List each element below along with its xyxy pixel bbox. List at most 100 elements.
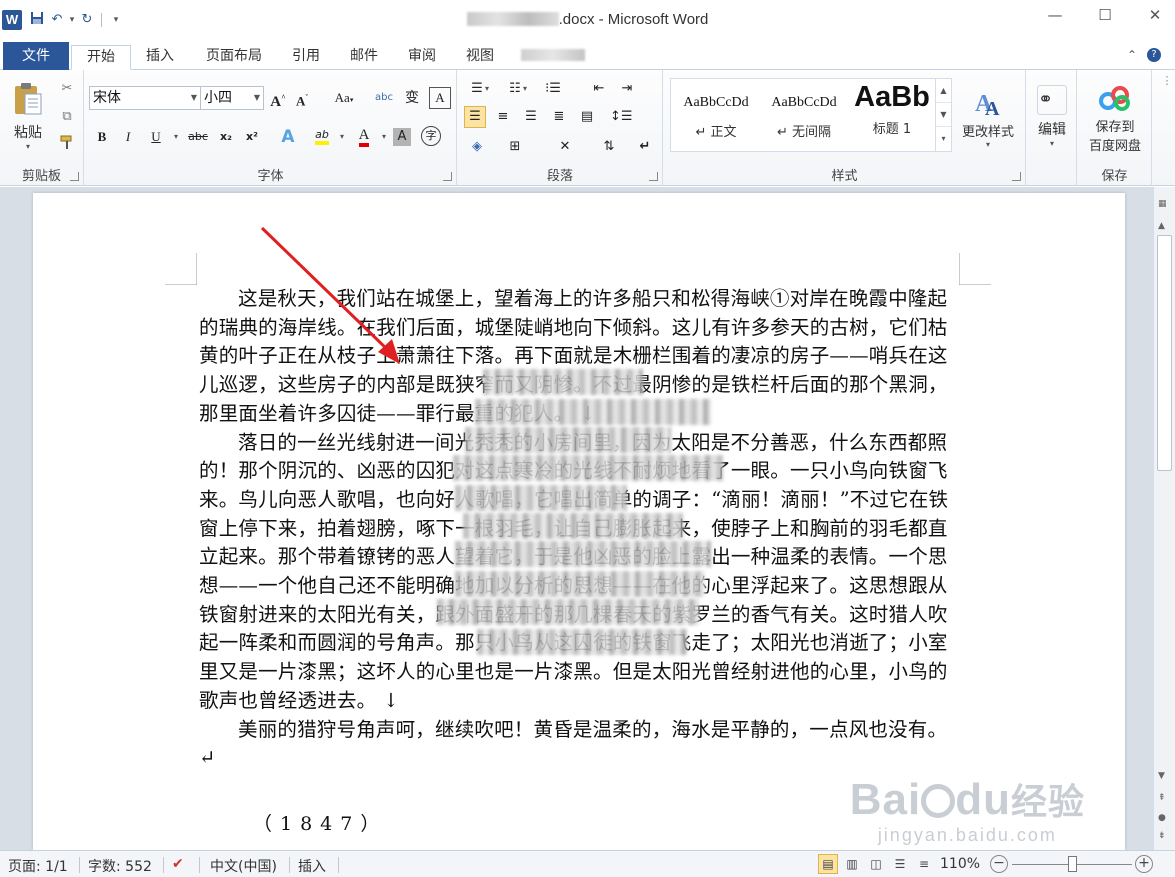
close-button[interactable]: ✕ bbox=[1143, 6, 1167, 24]
shrink-font-button[interactable]: Aˇ bbox=[291, 87, 313, 109]
grow-font-button[interactable]: A^ bbox=[267, 87, 289, 110]
web-layout-icon[interactable]: ◫ bbox=[866, 854, 886, 874]
show-marks-icon[interactable]: ↵ bbox=[634, 136, 656, 158]
numbering-dropdown-icon[interactable]: ▾ bbox=[520, 78, 530, 100]
scroll-down-icon[interactable]: ▼ bbox=[1158, 771, 1165, 781]
gallery-down-icon[interactable]: ▼ bbox=[936, 103, 951, 127]
enclose-characters-button[interactable]: 字 bbox=[421, 126, 441, 146]
tab-file[interactable]: 文件 bbox=[3, 42, 69, 70]
tab-references[interactable]: 引用 bbox=[282, 45, 330, 70]
save-to-baidu-button[interactable]: 保存到 百度网盘 bbox=[1080, 78, 1150, 160]
bullets-dropdown-icon[interactable]: ▾ bbox=[482, 78, 492, 100]
borders-icon[interactable]: ⊞ bbox=[504, 136, 526, 158]
font-color-button[interactable]: A bbox=[353, 124, 375, 147]
distributed-button[interactable]: ▤ bbox=[576, 106, 598, 128]
font-group-label: 字体 bbox=[257, 169, 284, 184]
minimize-ribbon-icon[interactable]: ⌃ bbox=[1127, 48, 1137, 62]
redacted-text bbox=[455, 571, 705, 597]
underline-dropdown-icon[interactable]: ▾ bbox=[165, 126, 187, 148]
character-shading-button[interactable]: A bbox=[393, 128, 411, 146]
change-styles-button[interactable]: AA 更改样式 ▾ bbox=[956, 78, 1020, 158]
word-count[interactable]: 字数: 552 bbox=[88, 856, 152, 876]
multilevel-list-icon[interactable]: ⁝☰ bbox=[542, 78, 564, 100]
tab-mailings[interactable]: 邮件 bbox=[340, 45, 388, 70]
tab-home[interactable]: 开始 bbox=[71, 45, 131, 70]
line-spacing-icon[interactable]: ↕☰ bbox=[610, 106, 633, 128]
copy-icon[interactable]: ⧉ bbox=[56, 106, 78, 128]
sort-icon[interactable]: ⇅ bbox=[598, 136, 620, 158]
previous-page-icon[interactable]: ⇞ bbox=[1158, 793, 1166, 803]
tab-view[interactable]: 视图 bbox=[456, 45, 504, 70]
font-size-combo[interactable]: 小四 ▼ bbox=[200, 86, 264, 110]
crop-mark-top-right bbox=[959, 253, 991, 285]
format-painter-icon[interactable] bbox=[56, 134, 78, 156]
zoom-out-icon[interactable]: − bbox=[990, 855, 1008, 873]
gallery-up-icon[interactable]: ▲ bbox=[936, 79, 951, 103]
draft-icon[interactable]: ≡ bbox=[914, 854, 934, 874]
clear-formatting-button[interactable]: abc bbox=[373, 87, 395, 109]
insert-mode-indicator[interactable]: 插入 bbox=[298, 856, 326, 876]
tab-review[interactable]: 审阅 bbox=[398, 45, 446, 70]
browse-object-icon[interactable]: ● bbox=[1158, 813, 1166, 823]
chinese-layout-icon[interactable]: ✕ bbox=[554, 136, 576, 158]
language-indicator[interactable]: 中文(中国) bbox=[210, 856, 277, 876]
zoom-level[interactable]: 110% bbox=[940, 856, 980, 872]
document-page[interactable]: 这是秋天，我们站在城堡上，望着海上的许多船只和松得海峡①对岸在晚霞中隆起的瑞典的… bbox=[33, 193, 1125, 850]
year-text[interactable]: （1847） bbox=[253, 809, 387, 836]
align-center-button[interactable]: ≡ bbox=[492, 106, 514, 128]
strikethrough-button[interactable]: abc bbox=[187, 126, 209, 148]
vertical-scrollbar[interactable]: ▦ ▲ ▼ ⇞ ● ⇟ bbox=[1153, 187, 1175, 850]
shading-icon[interactable]: ◈ bbox=[466, 136, 488, 158]
superscript-button[interactable]: x² bbox=[241, 126, 263, 148]
print-layout-icon[interactable]: ▤ bbox=[818, 854, 838, 874]
style-normal[interactable]: AaBbCcDd ↵ 正文 bbox=[673, 79, 759, 151]
increase-indent-icon[interactable]: ⇥ bbox=[616, 78, 638, 100]
paragraph-launcher-icon[interactable] bbox=[649, 172, 658, 181]
character-border-button[interactable]: A bbox=[429, 87, 451, 109]
ruler-toggle-icon[interactable]: ▦ bbox=[1158, 199, 1167, 209]
tab-redacted[interactable] bbox=[516, 45, 590, 70]
style-heading-1[interactable]: AaBb 标题 1 bbox=[849, 79, 935, 151]
align-right-button[interactable]: ☰ bbox=[520, 106, 542, 128]
full-screen-reading-icon[interactable]: ▥ bbox=[842, 854, 862, 874]
decrease-indent-icon[interactable]: ⇤ bbox=[588, 78, 610, 100]
underline-button[interactable]: U bbox=[145, 126, 167, 148]
editing-button[interactable]: ⚭ 编辑 ▾ bbox=[1031, 76, 1073, 156]
paragraph-3[interactable]: 美丽的猎狩号角声呵，继续吹吧！黄昏是温柔的，海水是平静的，一点风也没有。 ↵ bbox=[199, 716, 961, 773]
highlight-dropdown-icon[interactable]: ▾ bbox=[331, 126, 353, 148]
font-name-combo[interactable]: 宋体 ▼ bbox=[89, 86, 201, 110]
font-color-dropdown-icon[interactable]: ▾ bbox=[373, 126, 395, 148]
highlight-button[interactable]: ab bbox=[311, 124, 333, 146]
outline-icon[interactable]: ☰ bbox=[890, 854, 910, 874]
change-case-button[interactable]: Aa▾ bbox=[329, 87, 359, 109]
italic-button[interactable]: I bbox=[117, 126, 139, 148]
scroll-up-icon[interactable]: ▲ bbox=[1158, 221, 1165, 231]
paste-button[interactable]: 粘贴 ▾ bbox=[6, 76, 50, 156]
phonetic-guide-button[interactable]: 变 bbox=[401, 87, 423, 109]
style-no-spacing[interactable]: AaBbCcDd ↵ 无间隔 bbox=[761, 79, 847, 151]
paste-dropdown-icon[interactable]: ▾ bbox=[26, 142, 30, 151]
tab-insert[interactable]: 插入 bbox=[136, 45, 184, 70]
minimize-button[interactable]: — bbox=[1043, 6, 1067, 24]
clipboard-launcher-icon[interactable] bbox=[70, 172, 79, 181]
zoom-in-icon[interactable]: + bbox=[1135, 855, 1153, 873]
gallery-more-icon[interactable]: ▾ bbox=[936, 127, 951, 151]
ribbon-side-icon: ⋮ bbox=[1161, 74, 1173, 87]
help-icon[interactable]: ? bbox=[1147, 48, 1161, 62]
text-effects-button[interactable]: A bbox=[277, 126, 299, 148]
next-page-icon[interactable]: ⇟ bbox=[1158, 831, 1166, 841]
page-count[interactable]: 页面: 1/1 bbox=[8, 856, 68, 876]
scroll-thumb[interactable] bbox=[1157, 235, 1172, 471]
gallery-scroll: ▲ ▼ ▾ bbox=[935, 79, 951, 151]
proofing-icon[interactable]: ✔ bbox=[172, 856, 184, 872]
subscript-button[interactable]: x₂ bbox=[215, 126, 237, 148]
justify-button[interactable]: ≣ bbox=[548, 106, 570, 128]
cut-icon[interactable]: ✂ bbox=[56, 78, 78, 100]
maximize-button[interactable]: ☐ bbox=[1093, 6, 1117, 24]
zoom-slider-thumb[interactable] bbox=[1068, 856, 1077, 872]
tab-page-layout[interactable]: 页面布局 bbox=[195, 45, 273, 70]
styles-launcher-icon[interactable] bbox=[1012, 172, 1021, 181]
align-left-button[interactable]: ☰ bbox=[464, 106, 486, 128]
bold-button[interactable]: B bbox=[91, 126, 113, 148]
font-launcher-icon[interactable] bbox=[443, 172, 452, 181]
